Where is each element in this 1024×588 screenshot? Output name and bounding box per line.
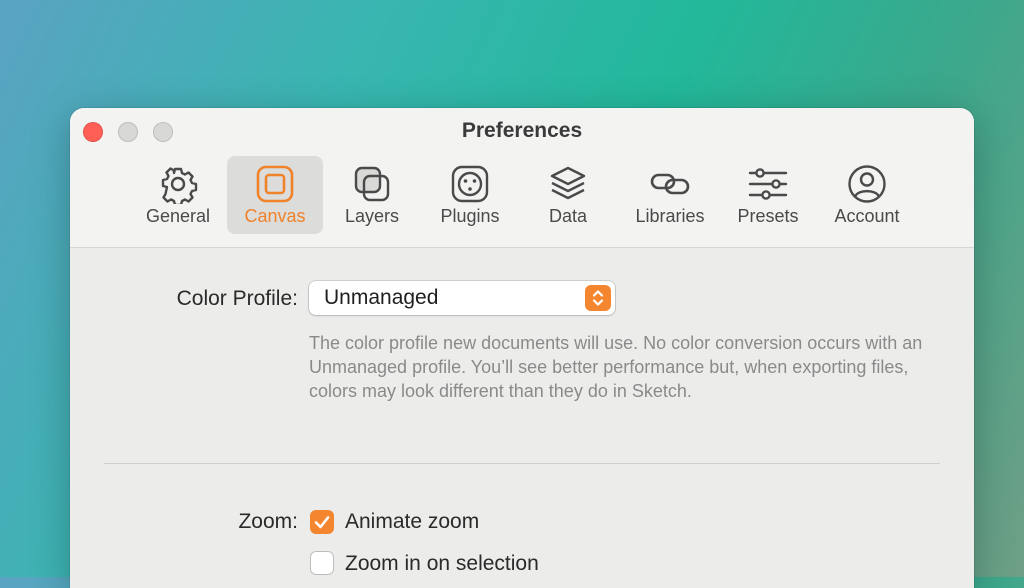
color-profile-label: Color Profile: [176, 287, 298, 310]
tab-libraries-label: Libraries [635, 206, 705, 226]
color-profile-help-text: The color profile new documents will use… [309, 333, 923, 401]
zoom-label: Zoom: [238, 510, 298, 533]
tab-data-label: Data [548, 206, 588, 226]
tab-layers[interactable]: Layers [324, 156, 420, 234]
tab-layers-label: Layers [344, 206, 400, 226]
preferences-window: Preferences General Canvas Layers Plugin… [70, 108, 974, 588]
zoom-in-on-selection-label[interactable]: Zoom in on selection [345, 552, 539, 576]
tab-libraries[interactable]: Libraries [620, 156, 720, 234]
tab-plugins-label: Plugins [440, 206, 500, 226]
zoom-in-on-selection-checkbox[interactable] [310, 551, 334, 575]
tab-presets[interactable]: Presets [722, 156, 814, 234]
preferences-toolbar: General Canvas Layers Plugins Data Libra… [128, 156, 928, 238]
tab-canvas[interactable]: Canvas [227, 156, 323, 234]
tab-presets-label: Presets [737, 206, 799, 226]
tab-general-label: General [145, 206, 211, 226]
animate-zoom-checkbox[interactable] [310, 510, 334, 534]
account-icon [848, 165, 886, 203]
select-stepper-icon [585, 285, 611, 311]
title-bar: Preferences General Canvas Layers Plugin… [70, 108, 974, 248]
checkmark-icon [314, 516, 330, 529]
tab-data[interactable]: Data [520, 156, 616, 234]
data-stack-icon [550, 166, 586, 200]
window-title: Preferences [461, 119, 583, 142]
tab-plugins[interactable]: Plugins [421, 156, 519, 234]
tab-account[interactable]: Account [818, 156, 916, 234]
sliders-icon [748, 168, 788, 200]
plugins-icon [451, 165, 489, 203]
layers-icon [354, 166, 390, 202]
color-profile-select[interactable]: Unmanaged [309, 281, 615, 315]
tab-account-label: Account [834, 206, 900, 226]
color-profile-value: Unmanaged [324, 286, 439, 309]
tab-canvas-label: Canvas [244, 206, 306, 226]
section-divider [104, 463, 940, 464]
tab-general[interactable]: General [130, 156, 226, 234]
gear-icon [161, 167, 198, 204]
link-icon [650, 173, 690, 195]
animate-zoom-label[interactable]: Animate zoom [345, 510, 479, 534]
canvas-icon [256, 165, 294, 203]
